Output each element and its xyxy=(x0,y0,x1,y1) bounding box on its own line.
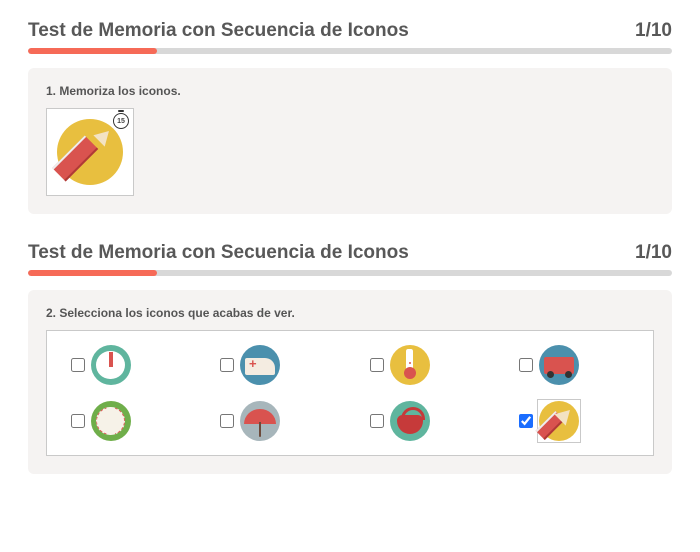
choice-umbrella[interactable] xyxy=(220,399,330,443)
memorize-card: 1. Memoriza los iconos. 15 xyxy=(28,68,672,214)
umbrella-icon xyxy=(240,401,280,441)
choice-checkbox[interactable] xyxy=(71,358,85,372)
baseball-icon xyxy=(91,401,131,441)
choice-thermometer[interactable] xyxy=(370,343,480,387)
progress-fill xyxy=(28,48,157,54)
choice-checkbox[interactable] xyxy=(71,414,85,428)
instruction-text: 1. Memoriza los iconos. xyxy=(46,84,654,98)
pencil-icon xyxy=(57,119,123,185)
phase-memorize: Test de Memoria con Secuencia de Iconos … xyxy=(28,0,672,214)
timer-value: 15 xyxy=(117,118,125,125)
memorize-icon-frame: 15 xyxy=(46,108,134,196)
thermometer-icon xyxy=(390,345,430,385)
choice-pencil[interactable] xyxy=(519,399,629,443)
truck-icon xyxy=(539,345,579,385)
pencil-icon xyxy=(539,401,579,441)
progress-bar xyxy=(28,48,672,54)
bag-icon xyxy=(390,401,430,441)
progress-fill xyxy=(28,270,157,276)
choice-truck[interactable] xyxy=(519,343,629,387)
choice-baseball[interactable] xyxy=(71,399,181,443)
clock-icon xyxy=(91,345,131,385)
choice-row xyxy=(51,393,649,449)
progress-counter: 1/10 xyxy=(635,20,672,42)
choice-checkbox[interactable] xyxy=(220,358,234,372)
header: Test de Memoria con Secuencia de Iconos … xyxy=(28,0,672,48)
choice-bag[interactable] xyxy=(370,399,480,443)
select-card: 2. Selecciona los iconos que acabas de v… xyxy=(28,290,672,474)
choice-row xyxy=(51,337,649,393)
choice-ambulance[interactable] xyxy=(220,343,330,387)
choice-checkbox[interactable] xyxy=(519,414,533,428)
timer-icon: 15 xyxy=(113,113,129,129)
progress-counter: 1/10 xyxy=(635,242,672,264)
progress-bar xyxy=(28,270,672,276)
phase-select: Test de Memoria con Secuencia de Iconos … xyxy=(28,222,672,474)
choice-grid xyxy=(46,330,654,456)
choice-checkbox[interactable] xyxy=(370,414,384,428)
ambulance-icon xyxy=(240,345,280,385)
page-title: Test de Memoria con Secuencia de Iconos xyxy=(28,242,409,264)
header: Test de Memoria con Secuencia de Iconos … xyxy=(28,222,672,270)
page-title: Test de Memoria con Secuencia de Iconos xyxy=(28,20,409,42)
instruction-text: 2. Selecciona los iconos que acabas de v… xyxy=(46,306,654,320)
choice-checkbox[interactable] xyxy=(370,358,384,372)
choice-checkbox[interactable] xyxy=(220,414,234,428)
choice-clock[interactable] xyxy=(71,343,181,387)
choice-checkbox[interactable] xyxy=(519,358,533,372)
